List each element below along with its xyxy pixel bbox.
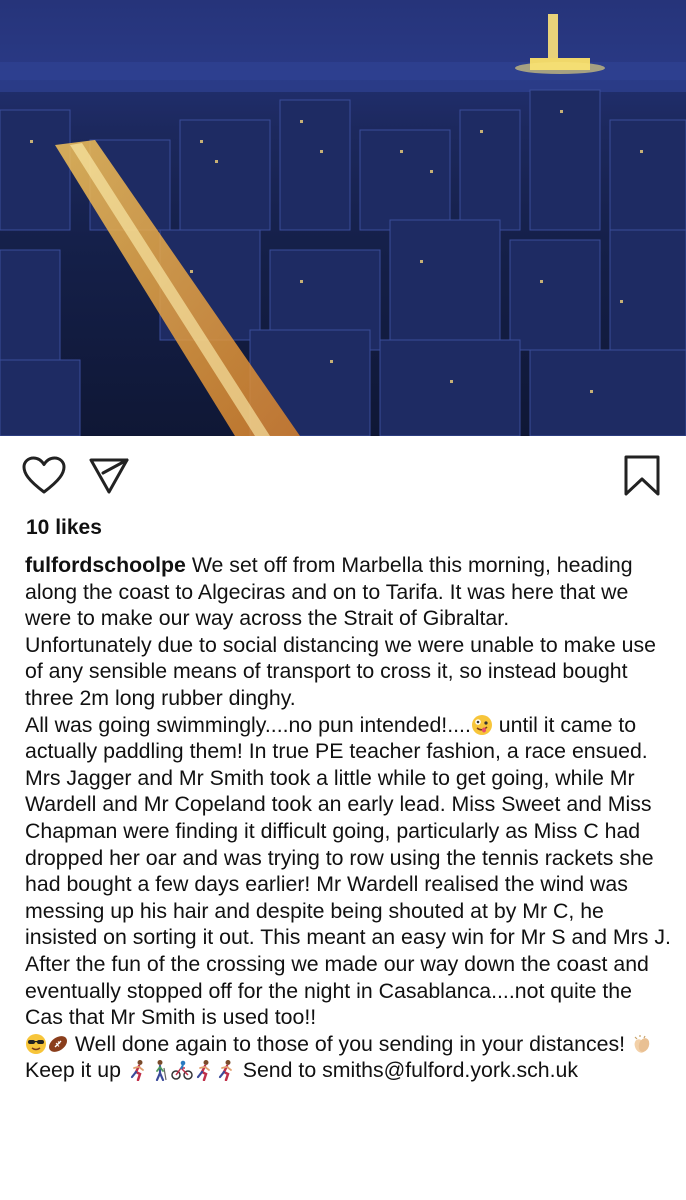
clapping-hands-icon: [634, 1034, 650, 1053]
caption-text: Keep it up: [25, 1058, 127, 1083]
caption-paragraph: After the fun of the crossing we made ou…: [25, 951, 675, 1084]
post-caption: fulfordschoolpe We set off from Marbella…: [25, 552, 675, 1084]
caption-paragraph: Unfortunately due to social distancing w…: [25, 632, 675, 712]
cyclist-icon: [171, 1060, 193, 1081]
runner-icon: [196, 1060, 210, 1082]
username-link[interactable]: fulfordschoolpe: [25, 553, 186, 577]
sunglasses-face-icon: [26, 1033, 46, 1054]
caption-paragraph: fulfordschoolpe We set off from Marbella…: [25, 552, 675, 632]
caption-text: All was going swimmingly....no pun inten…: [25, 712, 471, 737]
bookmark-outline-icon[interactable]: [622, 454, 662, 498]
paper-plane-icon[interactable]: [88, 456, 130, 496]
post-photo[interactable]: [0, 0, 686, 436]
caption-paragraph: All was going swimmingly....no pun inten…: [25, 712, 675, 951]
likes-count[interactable]: 10 likes: [26, 516, 102, 540]
heart-outline-icon[interactable]: [22, 456, 66, 496]
caption-text: After the fun of the crossing we made ou…: [25, 951, 649, 1030]
runner-icon: [218, 1060, 232, 1082]
caption-text: until it came to actually paddling them!…: [25, 712, 671, 950]
caption-text: Well done again to those of you sending …: [69, 1031, 631, 1056]
runner-icon: [130, 1060, 144, 1082]
american-football-icon: [48, 1035, 68, 1052]
caption-text: Send to smiths@fulford.york.sch.uk: [236, 1058, 579, 1083]
zany-face-icon: [471, 714, 492, 735]
caption-text: Unfortunately due to social distancing w…: [25, 632, 656, 710]
walker-icon: [155, 1060, 167, 1082]
city-night-photo: [0, 0, 686, 436]
